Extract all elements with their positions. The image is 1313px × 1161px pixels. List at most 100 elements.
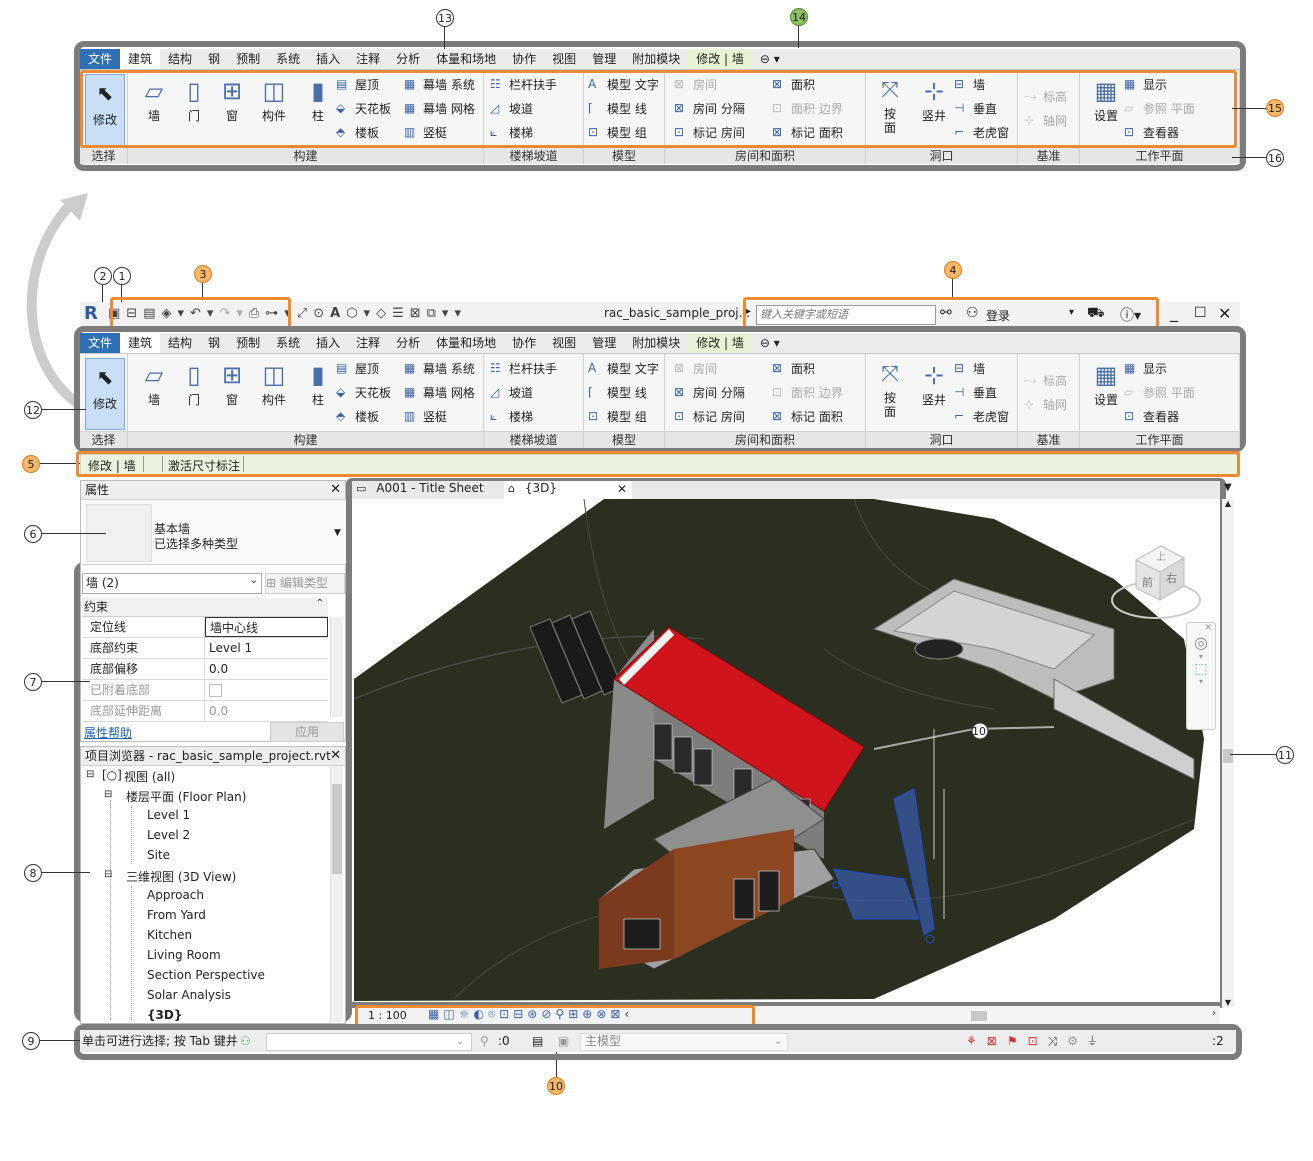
scroll-down-icon[interactable]: ▼ (1222, 998, 1234, 1007)
tab-modify-wall[interactable]: 修改 | 墙 (688, 49, 752, 69)
model-text-button[interactable]: A 模型 文字 (588, 360, 659, 377)
viewcube-front[interactable]: 前 (1142, 574, 1153, 590)
tab-close-icon[interactable]: ✕ (617, 482, 627, 496)
close-hidden-icon[interactable]: ⊠ (410, 306, 427, 321)
tree-3d-views[interactable]: 三维视图 (3D View) (126, 868, 236, 885)
tab-precast[interactable]: 预制 (228, 333, 268, 353)
ribbon-toggle-icon[interactable]: ⊖ ▾ (752, 333, 788, 353)
customize-qat-icon[interactable]: ▾ (454, 306, 467, 321)
property-value[interactable]: 0.0 (205, 701, 328, 721)
column-button[interactable]: ▮ 柱 (300, 362, 336, 408)
area-boundary-button[interactable]: ⊡ 面积 边界 (772, 384, 843, 401)
property-row[interactable]: 底部偏移 0.0 (82, 659, 328, 680)
window-button[interactable]: ⊞ 窗 (214, 362, 250, 408)
floor-button[interactable]: ⬘ 楼板 (336, 408, 379, 425)
set-workplane-button[interactable]: ▦ 设置 (1088, 362, 1124, 408)
select-pinned-icon[interactable]: ⚑ (1007, 1034, 1028, 1048)
tag-room-button[interactable]: ⊡ 标记 房间 (674, 408, 745, 425)
tab-addins[interactable]: 附加模块 (624, 49, 688, 69)
tab-annotate[interactable]: 注释 (348, 333, 388, 353)
zoom-region-icon[interactable]: ⬚ (1187, 661, 1215, 677)
tab-view[interactable]: 视图 (544, 49, 584, 69)
stairs-panel-label[interactable]: 楼梯坡道 (484, 147, 583, 164)
room-panel-label[interactable]: 房间和面积 (665, 431, 865, 448)
workset-dropdown[interactable] (266, 1033, 472, 1051)
tag-icon[interactable]: ⊙ (313, 306, 330, 321)
apply-button[interactable]: 应用 (270, 722, 344, 742)
tab-collaborate[interactable]: 协作 (504, 49, 544, 69)
property-value[interactable]: 墙中心线 (205, 617, 328, 637)
workplane-panel-label[interactable]: 工作平面 (1080, 431, 1239, 448)
model-panel-label[interactable]: 模型 (584, 431, 664, 448)
tab-analyze[interactable]: 分析 (388, 49, 428, 69)
property-value[interactable]: 0.0 (205, 659, 328, 679)
railing-button[interactable]: ☷ 栏杆扶手 (490, 360, 557, 377)
properties-close-icon[interactable]: ✕ (330, 481, 341, 499)
edit-type-button[interactable]: ⊞ 编辑类型 (265, 573, 345, 594)
property-row[interactable]: 底部约束 Level 1 (82, 638, 328, 659)
show-button[interactable]: ▦ 显示 (1124, 360, 1167, 377)
minimize-icon[interactable]: _ (1170, 303, 1178, 322)
tree-item-3d[interactable]: Kitchen (147, 928, 192, 942)
select-underlay-icon[interactable]: ⊠ (987, 1034, 1007, 1048)
level-button[interactable]: ⤍ 标高 (1024, 372, 1067, 389)
tree-collapse-icon[interactable]: ⊟ (86, 769, 94, 780)
tree-item-3d[interactable]: From Yard (147, 908, 206, 922)
tab-dropdown-icon[interactable]: ▼ (1224, 482, 1232, 493)
roof-button[interactable]: ▤ 屋顶 (336, 360, 379, 377)
tab-steel[interactable]: 钢 (200, 49, 228, 69)
type-selector[interactable]: 基本墙 已选择多种类型 ▼ (82, 500, 346, 565)
tree-floor-plans[interactable]: 楼层平面 (Floor Plan) (126, 788, 246, 805)
tab-modify-wall[interactable]: 修改 | 墙 (688, 333, 752, 353)
property-row[interactable]: 底部延伸距离 0.0 (82, 701, 328, 722)
browser-scrollbar[interactable] (330, 766, 343, 1022)
grid-button[interactable]: ⊹ 轴网 (1024, 396, 1067, 413)
tree-views-root[interactable]: 视图 (all) (124, 768, 175, 785)
hscroll-right-icon[interactable]: › (1212, 1008, 1216, 1019)
properties-help-link[interactable]: 属性帮助 (84, 724, 132, 741)
curtain-grid-button[interactable]: ▦ 幕墙 网格 (404, 384, 475, 401)
room-button[interactable]: ⊠ 房间 (674, 360, 717, 377)
model-group-button[interactable]: ⊡ 模型 组 (588, 408, 647, 425)
tree-item-plan[interactable]: Site (147, 848, 170, 862)
tab-title-sheet[interactable]: ▭ A001 - Title Sheet (356, 481, 502, 499)
tab-file[interactable]: 文件 (80, 49, 121, 69)
shaft-button[interactable]: ⊹ 竖井 (916, 362, 952, 408)
tab-systems[interactable]: 系统 (268, 49, 308, 69)
tab-architecture[interactable]: 建筑 (120, 49, 161, 69)
status-help-icon[interactable]: ⚇ (240, 1030, 251, 1052)
tab-structure[interactable]: 结构 (160, 49, 200, 69)
door-button[interactable]: ▯ 门 (176, 362, 212, 408)
tab-collaborate[interactable]: 协作 (504, 333, 544, 353)
checkbox[interactable] (209, 684, 222, 697)
opening-wall-button[interactable]: ⊟ 墙 (954, 360, 985, 377)
view-vertical-scrollbar[interactable]: ▲ ▼ (1222, 499, 1234, 1007)
datum-panel-label[interactable]: 基准 (1018, 147, 1079, 164)
property-value[interactable] (205, 680, 328, 700)
select-panel-label[interactable]: 选择 (80, 147, 127, 164)
tree-item-3d[interactable]: {3D} (147, 1008, 182, 1022)
nav-chevron-icon[interactable]: ▾ (1187, 652, 1215, 661)
modify-button[interactable]: ⬉ 修改 (85, 358, 125, 430)
tree-item-3d[interactable]: Approach (147, 888, 204, 902)
steering-wheel-icon[interactable]: ◎ (1187, 633, 1215, 652)
close-icon[interactable]: ✕ (1218, 304, 1231, 323)
stairs-panel-label[interactable]: 楼梯坡道 (484, 431, 583, 448)
select-panel-label[interactable]: 选择 (80, 431, 127, 448)
nav-close-icon[interactable]: ✕ (1187, 623, 1215, 633)
tab-precast[interactable]: 预制 (228, 49, 268, 69)
nav-chevron2-icon[interactable]: ▾ (1187, 677, 1215, 686)
dormer-button[interactable]: ⌐ 老虎窗 (954, 408, 1009, 425)
drag-on-select-icon[interactable]: ⤨ (1048, 1034, 1068, 1048)
default-3d-icon[interactable]: ⬡▾ (346, 306, 376, 321)
hscroll-thumb[interactable] (971, 1011, 987, 1021)
tree-item-plan[interactable]: Level 1 (147, 808, 190, 822)
tab-analyze[interactable]: 分析 (388, 333, 428, 353)
tab-manage[interactable]: 管理 (584, 49, 624, 69)
tab-insert[interactable]: 插入 (308, 333, 348, 353)
model-panel-label[interactable]: 模型 (584, 147, 664, 164)
collapse-icon[interactable]: ⌃ (316, 598, 324, 609)
tag-area-button[interactable]: ⊠ 标记 面积 (772, 408, 843, 425)
tab-annotate[interactable]: 注释 (348, 49, 388, 69)
scroll-up-icon[interactable]: ▲ (1222, 499, 1234, 508)
